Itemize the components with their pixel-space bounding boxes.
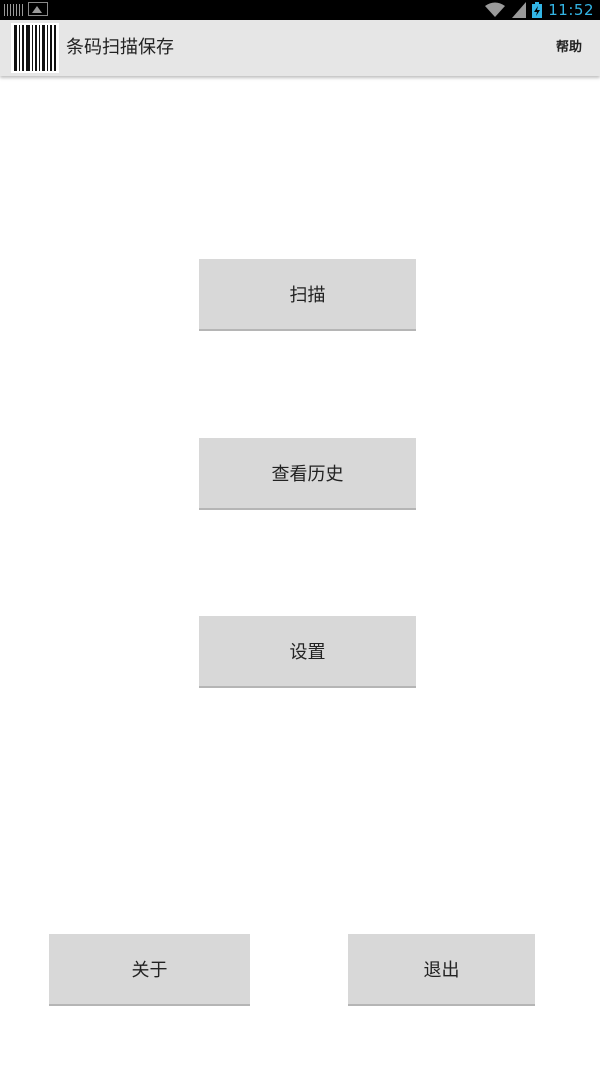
help-button[interactable]: 帮助 — [556, 20, 582, 76]
app-title: 条码扫描保存 — [66, 37, 174, 58]
action-bar: 条码扫描保存 帮助 — [0, 20, 600, 76]
signal-icon — [512, 2, 527, 18]
system-status-area: 11:52 — [484, 0, 594, 20]
status-bar: 11:52 — [0, 0, 600, 20]
exit-button[interactable]: 退出 — [348, 934, 535, 1006]
app-screen: 11:52 条码扫描保存 帮助 扫描 查看历史 设置 关于 退出 — [0, 0, 600, 1067]
settings-button[interactable]: 设置 — [199, 616, 416, 688]
battery-charging-icon — [532, 2, 543, 18]
gallery-notification-icon — [28, 2, 48, 16]
barcode-icon[interactable] — [11, 23, 59, 73]
notification-area — [4, 2, 48, 16]
scan-button[interactable]: 扫描 — [199, 259, 416, 331]
about-button[interactable]: 关于 — [49, 934, 250, 1006]
wifi-icon — [484, 2, 506, 18]
status-time: 11:52 — [548, 1, 594, 19]
view-history-button[interactable]: 查看历史 — [199, 438, 416, 510]
barcode-notification-icon — [4, 3, 24, 16]
